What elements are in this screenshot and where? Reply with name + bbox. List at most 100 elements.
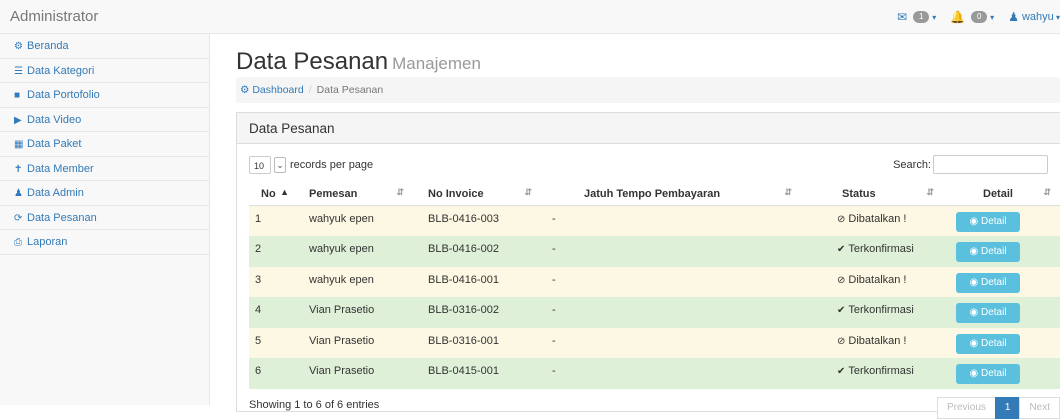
sort-icon: ⇵ — [926, 187, 934, 197]
orders-table: No ▲ Pemesan ⇵ No Invoice ⇵ Jatuh Tempo Pem… — [249, 183, 1060, 389]
detail-button[interactable]: ◉ Detail — [956, 333, 1020, 354]
cell-status: ⊘ Dibatalkan ! — [802, 206, 944, 225]
ban-icon: ⊘ — [837, 335, 846, 347]
breadcrumb-separator: / — [308, 84, 312, 96]
print-icon: ⎙ — [14, 237, 22, 248]
eye-icon: ◉ — [969, 337, 979, 349]
cell-jatuh-tempo: - — [552, 213, 556, 225]
detail-cell: ◉ Detail — [944, 364, 1020, 384]
records-per-page-select[interactable]: 10 — [249, 156, 271, 174]
dashboard-icon: ⚙ — [14, 41, 23, 52]
breadcrumb-home[interactable]: ⚙ Dashboard — [240, 84, 304, 96]
search-input[interactable] — [933, 155, 1048, 174]
alerts-badge: 0 — [971, 11, 988, 23]
sidebar-item-label: Data Kategori — [27, 64, 95, 77]
sidebar-item-label: Data Portofolio — [27, 89, 100, 101]
column-header-no[interactable]: No ▲ — [249, 183, 299, 206]
grid-icon: ▦ — [14, 139, 24, 150]
pagination-page-1[interactable]: 1 — [994, 397, 1021, 419]
sidebar-item-data-member[interactable]: ✝ Data Member — [0, 157, 209, 181]
detail-button-label: Detail — [980, 276, 1007, 288]
column-header-detail[interactable]: Detail ⇵ — [944, 183, 1060, 206]
sidebar-item-label: Data Video — [27, 113, 82, 126]
cell-status: ✔ Terkonfirmasi — [802, 236, 944, 255]
eye-icon: ◉ — [969, 216, 979, 227]
detail-cell: ◉ Detail — [944, 242, 1020, 262]
table-header-row: No ▲ Pemesan ⇵ No Invoice ⇵ Jatuh Tempo Pem… — [249, 183, 1060, 206]
cell-jatuh-tempo: - — [552, 334, 556, 347]
breadcrumb: ⚙ Dashboard / Data Pesanan — [236, 77, 1060, 103]
detail-button-label: Detail — [980, 246, 1007, 257]
detail-button[interactable]: ◉ Detail — [956, 212, 1020, 232]
sidebar-item-data-pesanan[interactable]: ⟳ Data Pesanan — [0, 206, 209, 230]
sidebar-item-data-portofolio[interactable]: ■ Data Portofolio — [0, 83, 209, 108]
status-text: Dibatalkan ! — [848, 273, 907, 286]
cell-jatuh-tempo: - — [552, 365, 556, 377]
ban-icon: ⊘ — [837, 214, 846, 225]
sidebar-item-data-kategori[interactable]: ☰ Data Kategori — [0, 59, 209, 83]
sort-icon: ⇵ — [524, 187, 532, 197]
sidebar-item-label: Data Pesanan — [27, 211, 97, 224]
sidebar-item-label: Data Paket — [27, 138, 82, 150]
sidebar-item-data-video[interactable]: ▶ Data Video — [0, 108, 209, 132]
page-title: Data Pesanan Manajemen — [236, 48, 481, 76]
detail-button-label: Detail — [980, 307, 1007, 318]
column-header-label: Status — [842, 188, 876, 200]
detail-button[interactable]: ◉ Detail — [956, 242, 1020, 262]
column-header-label: Detail — [983, 188, 1013, 200]
detail-button[interactable]: ◉ Detail — [956, 303, 1020, 323]
cell-jatuh-tempo: - — [552, 304, 556, 316]
table-row: 3 wahyuk epen BLB-0416-001 - ⊘ Dibatalkan ! ◉ … — [249, 266, 1060, 297]
table-row: 5 Vian Prasetio BLB-0316-001 - ⊘ Dibatalkan !… — [249, 327, 1060, 358]
user-dropdown[interactable]: ♟ wahyu ▾ — [1008, 10, 1060, 24]
caret-down-icon: ▾ — [1053, 12, 1060, 22]
sidebar-item-beranda[interactable]: ⚙ Beranda — [0, 34, 209, 59]
sidebar-item-label: Data Admin — [27, 187, 84, 199]
orders-panel: Data Pesanan 10 ⌄ records per page Searc… — [236, 112, 1060, 419]
cell-pemesan: Vian Prasetio — [309, 334, 375, 347]
detail-button[interactable]: ◉ Detail — [956, 272, 1020, 293]
page-subtitle: Manajemen — [392, 54, 481, 73]
breadcrumb-current: Data Pesanan — [316, 84, 384, 96]
pagination-previous[interactable]: Previous — [936, 397, 996, 419]
messages-badge: 1 — [913, 11, 930, 23]
search-label: Search: — [893, 158, 931, 171]
column-header-no-invoice[interactable]: No Invoice ⇵ — [414, 183, 542, 206]
brand[interactable]: Administrator — [10, 8, 98, 25]
messages-dropdown[interactable]: ✉ 1 ▾ — [897, 10, 936, 24]
sidebar-item-data-paket[interactable]: ▦ Data Paket — [0, 132, 209, 157]
column-header-label: Pemesan — [309, 188, 358, 200]
bell-icon: 🔔 — [950, 10, 966, 24]
column-header-jatuh-tempo[interactable]: Jatuh Tempo Pembayaran ⇵ — [542, 183, 802, 206]
cell-no: 3 — [255, 273, 262, 286]
eye-icon: ◉ — [969, 276, 979, 288]
cell-pemesan: Vian Prasetio — [309, 365, 375, 377]
user-name: wahyu — [1021, 11, 1054, 23]
sidebar-item-laporan[interactable]: ⎙ Laporan — [0, 230, 209, 255]
eye-icon: ◉ — [969, 246, 979, 257]
sidebar-item-label: Beranda — [27, 40, 69, 52]
table-row: 1 wahyuk epen BLB-0416-003 - ⊘ Dibatalkan ! ◉ … — [249, 205, 1060, 236]
refresh-icon: ⟳ — [14, 212, 23, 224]
check-icon: ✔ — [837, 366, 846, 377]
sidebar-item-label: Laporan — [27, 236, 68, 248]
table-row: 6 Vian Prasetio BLB-0415-001 - ✔ Terkonfirmas… — [249, 358, 1060, 389]
member-icon: ✝ — [14, 163, 23, 175]
alerts-dropdown[interactable]: 🔔 0 ▾ — [950, 10, 994, 24]
play-icon: ▶ — [14, 114, 22, 126]
sidebar: ⚙ Beranda ☰ Data Kategori ■ Data Portofolio… — [0, 34, 210, 405]
column-header-pemesan[interactable]: Pemesan ⇵ — [299, 183, 414, 206]
page-title-text: Data Pesanan — [236, 48, 389, 75]
cell-no: 4 — [255, 304, 262, 316]
sidebar-item-data-admin[interactable]: ♟ Data Admin — [0, 181, 209, 206]
table-row: 2 wahyuk epen BLB-0416-002 - ✔ Terkonfirmasi ◉… — [249, 236, 1060, 267]
chevron-down-icon[interactable]: ⌄ — [274, 157, 286, 173]
pagination-next[interactable]: Next — [1019, 397, 1060, 419]
cell-jatuh-tempo: - — [552, 273, 556, 286]
cell-pemesan: wahyuk epen — [309, 243, 374, 255]
column-header-status[interactable]: Status ⇵ — [802, 183, 944, 206]
check-icon: ✔ — [837, 305, 846, 316]
detail-button[interactable]: ◉ Detail — [956, 364, 1020, 384]
eye-icon: ◉ — [969, 368, 979, 379]
cell-status: ⊘ Dibatalkan ! — [802, 267, 944, 286]
